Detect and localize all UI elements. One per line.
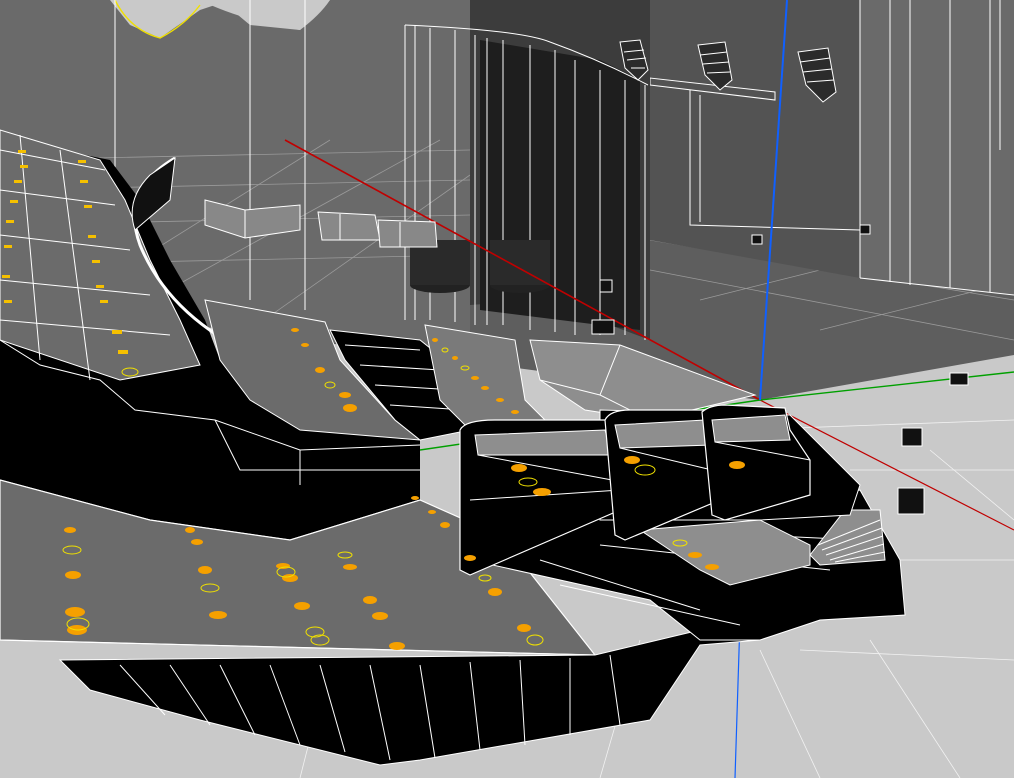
- box-object-icon: [591, 319, 615, 335]
- viewport-canvas[interactable]: [0, 0, 1014, 778]
- 3d-viewport[interactable]: [0, 0, 1014, 778]
- box-object-icon: [859, 224, 871, 235]
- back-wall-panel: [860, 0, 1014, 295]
- box-object-icon: [751, 234, 763, 245]
- box-object-icon: [949, 372, 969, 386]
- box-object-icon: [897, 487, 925, 515]
- column-2: [490, 240, 550, 285]
- box-object-icon: [901, 427, 923, 447]
- box-object-icon: [599, 279, 613, 293]
